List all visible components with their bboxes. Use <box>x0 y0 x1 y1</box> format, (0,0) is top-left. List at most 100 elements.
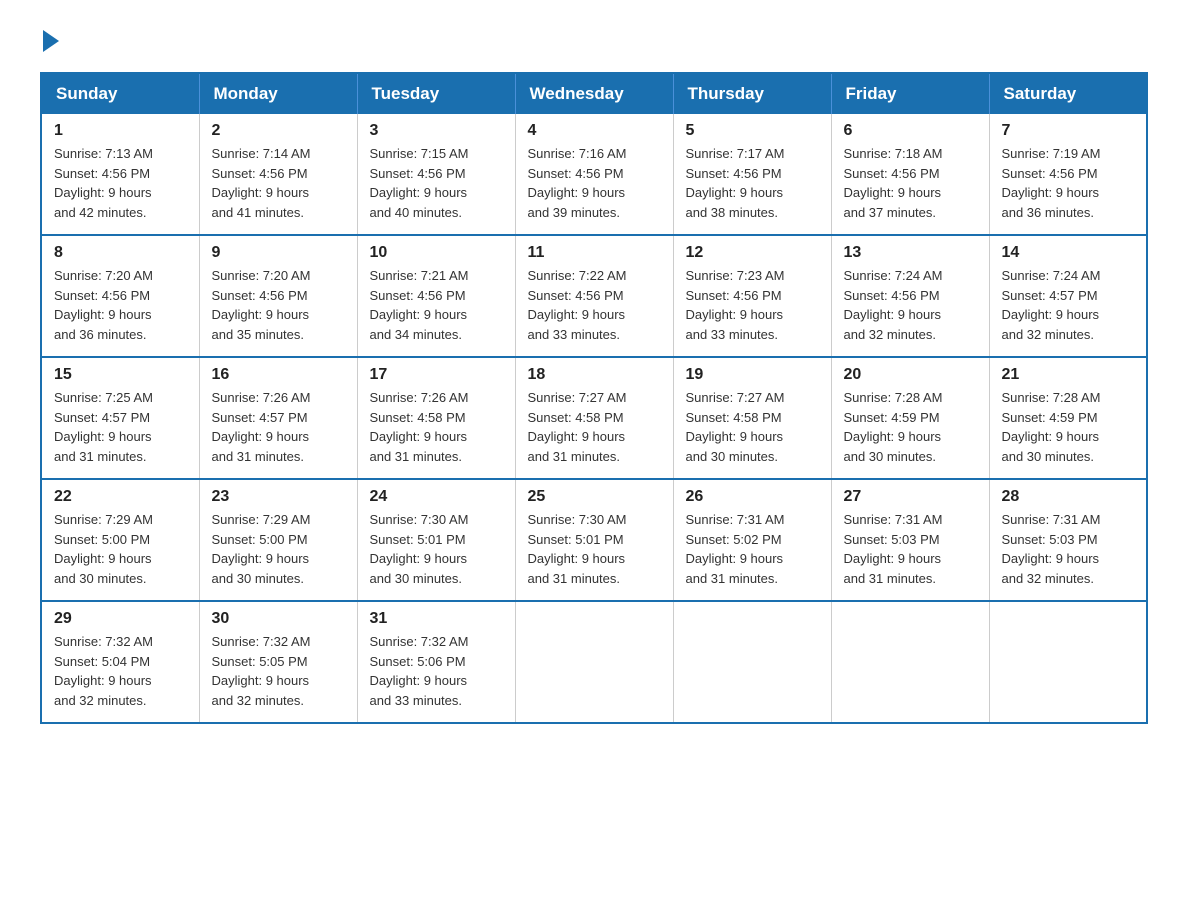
calendar-cell: 13 Sunrise: 7:24 AM Sunset: 4:56 PM Dayl… <box>831 235 989 357</box>
calendar-cell: 10 Sunrise: 7:21 AM Sunset: 4:56 PM Dayl… <box>357 235 515 357</box>
calendar-cell: 8 Sunrise: 7:20 AM Sunset: 4:56 PM Dayli… <box>41 235 199 357</box>
calendar-cell <box>831 601 989 723</box>
day-number: 29 <box>54 610 187 628</box>
day-number: 19 <box>686 366 819 384</box>
calendar-cell: 23 Sunrise: 7:29 AM Sunset: 5:00 PM Dayl… <box>199 479 357 601</box>
day-info: Sunrise: 7:30 AM Sunset: 5:01 PM Dayligh… <box>370 510 503 588</box>
day-number: 1 <box>54 122 187 140</box>
day-info: Sunrise: 7:21 AM Sunset: 4:56 PM Dayligh… <box>370 266 503 344</box>
day-number: 9 <box>212 244 345 262</box>
day-number: 27 <box>844 488 977 506</box>
logo-arrow-icon <box>43 30 59 52</box>
day-info: Sunrise: 7:23 AM Sunset: 4:56 PM Dayligh… <box>686 266 819 344</box>
weekday-header-tuesday: Tuesday <box>357 73 515 114</box>
day-info: Sunrise: 7:29 AM Sunset: 5:00 PM Dayligh… <box>54 510 187 588</box>
day-info: Sunrise: 7:20 AM Sunset: 4:56 PM Dayligh… <box>54 266 187 344</box>
calendar-cell: 19 Sunrise: 7:27 AM Sunset: 4:58 PM Dayl… <box>673 357 831 479</box>
day-number: 5 <box>686 122 819 140</box>
day-number: 8 <box>54 244 187 262</box>
calendar-cell: 15 Sunrise: 7:25 AM Sunset: 4:57 PM Dayl… <box>41 357 199 479</box>
day-number: 20 <box>844 366 977 384</box>
calendar-week-3: 15 Sunrise: 7:25 AM Sunset: 4:57 PM Dayl… <box>41 357 1147 479</box>
calendar-cell: 27 Sunrise: 7:31 AM Sunset: 5:03 PM Dayl… <box>831 479 989 601</box>
day-info: Sunrise: 7:32 AM Sunset: 5:05 PM Dayligh… <box>212 632 345 710</box>
day-number: 22 <box>54 488 187 506</box>
calendar-cell: 22 Sunrise: 7:29 AM Sunset: 5:00 PM Dayl… <box>41 479 199 601</box>
calendar-cell: 31 Sunrise: 7:32 AM Sunset: 5:06 PM Dayl… <box>357 601 515 723</box>
day-info: Sunrise: 7:26 AM Sunset: 4:57 PM Dayligh… <box>212 388 345 466</box>
calendar-cell: 21 Sunrise: 7:28 AM Sunset: 4:59 PM Dayl… <box>989 357 1147 479</box>
page-header <box>40 30 1148 52</box>
calendar-cell <box>515 601 673 723</box>
day-info: Sunrise: 7:28 AM Sunset: 4:59 PM Dayligh… <box>1002 388 1135 466</box>
day-info: Sunrise: 7:19 AM Sunset: 4:56 PM Dayligh… <box>1002 144 1135 222</box>
day-info: Sunrise: 7:26 AM Sunset: 4:58 PM Dayligh… <box>370 388 503 466</box>
day-number: 26 <box>686 488 819 506</box>
day-number: 6 <box>844 122 977 140</box>
day-number: 24 <box>370 488 503 506</box>
calendar-cell: 29 Sunrise: 7:32 AM Sunset: 5:04 PM Dayl… <box>41 601 199 723</box>
day-info: Sunrise: 7:29 AM Sunset: 5:00 PM Dayligh… <box>212 510 345 588</box>
calendar-cell: 11 Sunrise: 7:22 AM Sunset: 4:56 PM Dayl… <box>515 235 673 357</box>
calendar-cell <box>673 601 831 723</box>
calendar-body: 1 Sunrise: 7:13 AM Sunset: 4:56 PM Dayli… <box>41 114 1147 723</box>
day-number: 23 <box>212 488 345 506</box>
day-info: Sunrise: 7:31 AM Sunset: 5:03 PM Dayligh… <box>844 510 977 588</box>
calendar-cell: 25 Sunrise: 7:30 AM Sunset: 5:01 PM Dayl… <box>515 479 673 601</box>
day-info: Sunrise: 7:17 AM Sunset: 4:56 PM Dayligh… <box>686 144 819 222</box>
day-number: 16 <box>212 366 345 384</box>
calendar-cell: 5 Sunrise: 7:17 AM Sunset: 4:56 PM Dayli… <box>673 114 831 235</box>
day-number: 10 <box>370 244 503 262</box>
day-number: 18 <box>528 366 661 384</box>
calendar-cell: 7 Sunrise: 7:19 AM Sunset: 4:56 PM Dayli… <box>989 114 1147 235</box>
calendar-table: SundayMondayTuesdayWednesdayThursdayFrid… <box>40 72 1148 724</box>
day-number: 12 <box>686 244 819 262</box>
calendar-cell: 16 Sunrise: 7:26 AM Sunset: 4:57 PM Dayl… <box>199 357 357 479</box>
weekday-header-wednesday: Wednesday <box>515 73 673 114</box>
calendar-week-5: 29 Sunrise: 7:32 AM Sunset: 5:04 PM Dayl… <box>41 601 1147 723</box>
day-number: 21 <box>1002 366 1135 384</box>
day-number: 28 <box>1002 488 1135 506</box>
calendar-week-1: 1 Sunrise: 7:13 AM Sunset: 4:56 PM Dayli… <box>41 114 1147 235</box>
day-number: 15 <box>54 366 187 384</box>
weekday-header-sunday: Sunday <box>41 73 199 114</box>
day-info: Sunrise: 7:25 AM Sunset: 4:57 PM Dayligh… <box>54 388 187 466</box>
logo-blue <box>40 30 59 52</box>
day-info: Sunrise: 7:32 AM Sunset: 5:06 PM Dayligh… <box>370 632 503 710</box>
calendar-cell: 18 Sunrise: 7:27 AM Sunset: 4:58 PM Dayl… <box>515 357 673 479</box>
day-info: Sunrise: 7:24 AM Sunset: 4:57 PM Dayligh… <box>1002 266 1135 344</box>
logo <box>40 30 59 52</box>
day-number: 2 <box>212 122 345 140</box>
day-info: Sunrise: 7:30 AM Sunset: 5:01 PM Dayligh… <box>528 510 661 588</box>
day-info: Sunrise: 7:24 AM Sunset: 4:56 PM Dayligh… <box>844 266 977 344</box>
day-info: Sunrise: 7:22 AM Sunset: 4:56 PM Dayligh… <box>528 266 661 344</box>
day-number: 14 <box>1002 244 1135 262</box>
calendar-cell: 20 Sunrise: 7:28 AM Sunset: 4:59 PM Dayl… <box>831 357 989 479</box>
calendar-cell: 17 Sunrise: 7:26 AM Sunset: 4:58 PM Dayl… <box>357 357 515 479</box>
calendar-cell: 6 Sunrise: 7:18 AM Sunset: 4:56 PM Dayli… <box>831 114 989 235</box>
calendar-cell: 26 Sunrise: 7:31 AM Sunset: 5:02 PM Dayl… <box>673 479 831 601</box>
day-info: Sunrise: 7:27 AM Sunset: 4:58 PM Dayligh… <box>528 388 661 466</box>
day-info: Sunrise: 7:31 AM Sunset: 5:02 PM Dayligh… <box>686 510 819 588</box>
weekday-header-saturday: Saturday <box>989 73 1147 114</box>
weekday-header-row: SundayMondayTuesdayWednesdayThursdayFrid… <box>41 73 1147 114</box>
day-number: 30 <box>212 610 345 628</box>
day-info: Sunrise: 7:32 AM Sunset: 5:04 PM Dayligh… <box>54 632 187 710</box>
day-number: 11 <box>528 244 661 262</box>
day-info: Sunrise: 7:31 AM Sunset: 5:03 PM Dayligh… <box>1002 510 1135 588</box>
day-info: Sunrise: 7:16 AM Sunset: 4:56 PM Dayligh… <box>528 144 661 222</box>
calendar-cell: 30 Sunrise: 7:32 AM Sunset: 5:05 PM Dayl… <box>199 601 357 723</box>
calendar-week-4: 22 Sunrise: 7:29 AM Sunset: 5:00 PM Dayl… <box>41 479 1147 601</box>
day-info: Sunrise: 7:14 AM Sunset: 4:56 PM Dayligh… <box>212 144 345 222</box>
calendar-cell <box>989 601 1147 723</box>
day-number: 7 <box>1002 122 1135 140</box>
day-info: Sunrise: 7:15 AM Sunset: 4:56 PM Dayligh… <box>370 144 503 222</box>
day-number: 13 <box>844 244 977 262</box>
day-number: 4 <box>528 122 661 140</box>
day-info: Sunrise: 7:18 AM Sunset: 4:56 PM Dayligh… <box>844 144 977 222</box>
calendar-cell: 14 Sunrise: 7:24 AM Sunset: 4:57 PM Dayl… <box>989 235 1147 357</box>
calendar-week-2: 8 Sunrise: 7:20 AM Sunset: 4:56 PM Dayli… <box>41 235 1147 357</box>
day-number: 31 <box>370 610 503 628</box>
calendar-cell: 24 Sunrise: 7:30 AM Sunset: 5:01 PM Dayl… <box>357 479 515 601</box>
calendar-cell: 12 Sunrise: 7:23 AM Sunset: 4:56 PM Dayl… <box>673 235 831 357</box>
